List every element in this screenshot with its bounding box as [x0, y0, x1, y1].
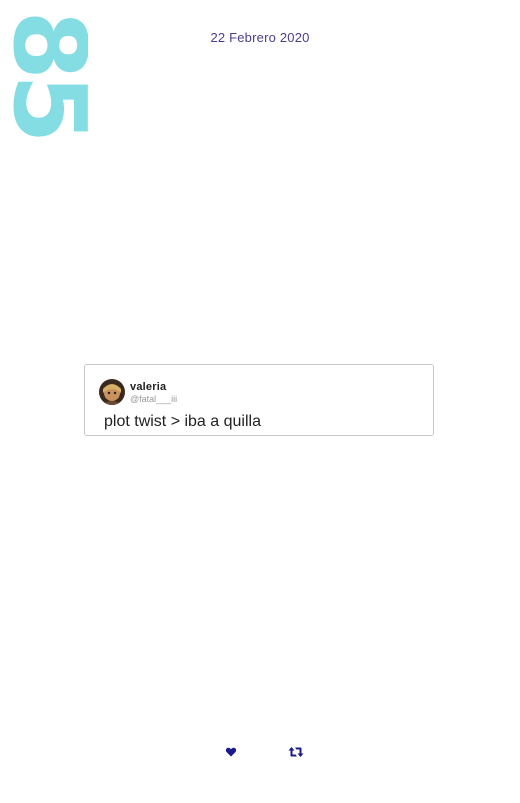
heart-icon: [225, 747, 237, 757]
avatar[interactable]: [99, 379, 125, 405]
tweet-card: valeria @fatal___iii plot twist > iba a …: [84, 364, 434, 436]
retweet-icon: [288, 747, 304, 757]
display-name[interactable]: valeria: [130, 381, 166, 393]
retweet-button[interactable]: [288, 746, 306, 760]
post-date: 22 Febrero 2020: [210, 30, 310, 45]
page-number: 85: [10, 4, 88, 144]
like-button[interactable]: [225, 746, 243, 760]
page-number-text: 85: [10, 10, 88, 138]
user-handle[interactable]: @fatal___iii: [130, 394, 177, 404]
tweet-text: plot twist > iba a quilla: [104, 413, 261, 430]
